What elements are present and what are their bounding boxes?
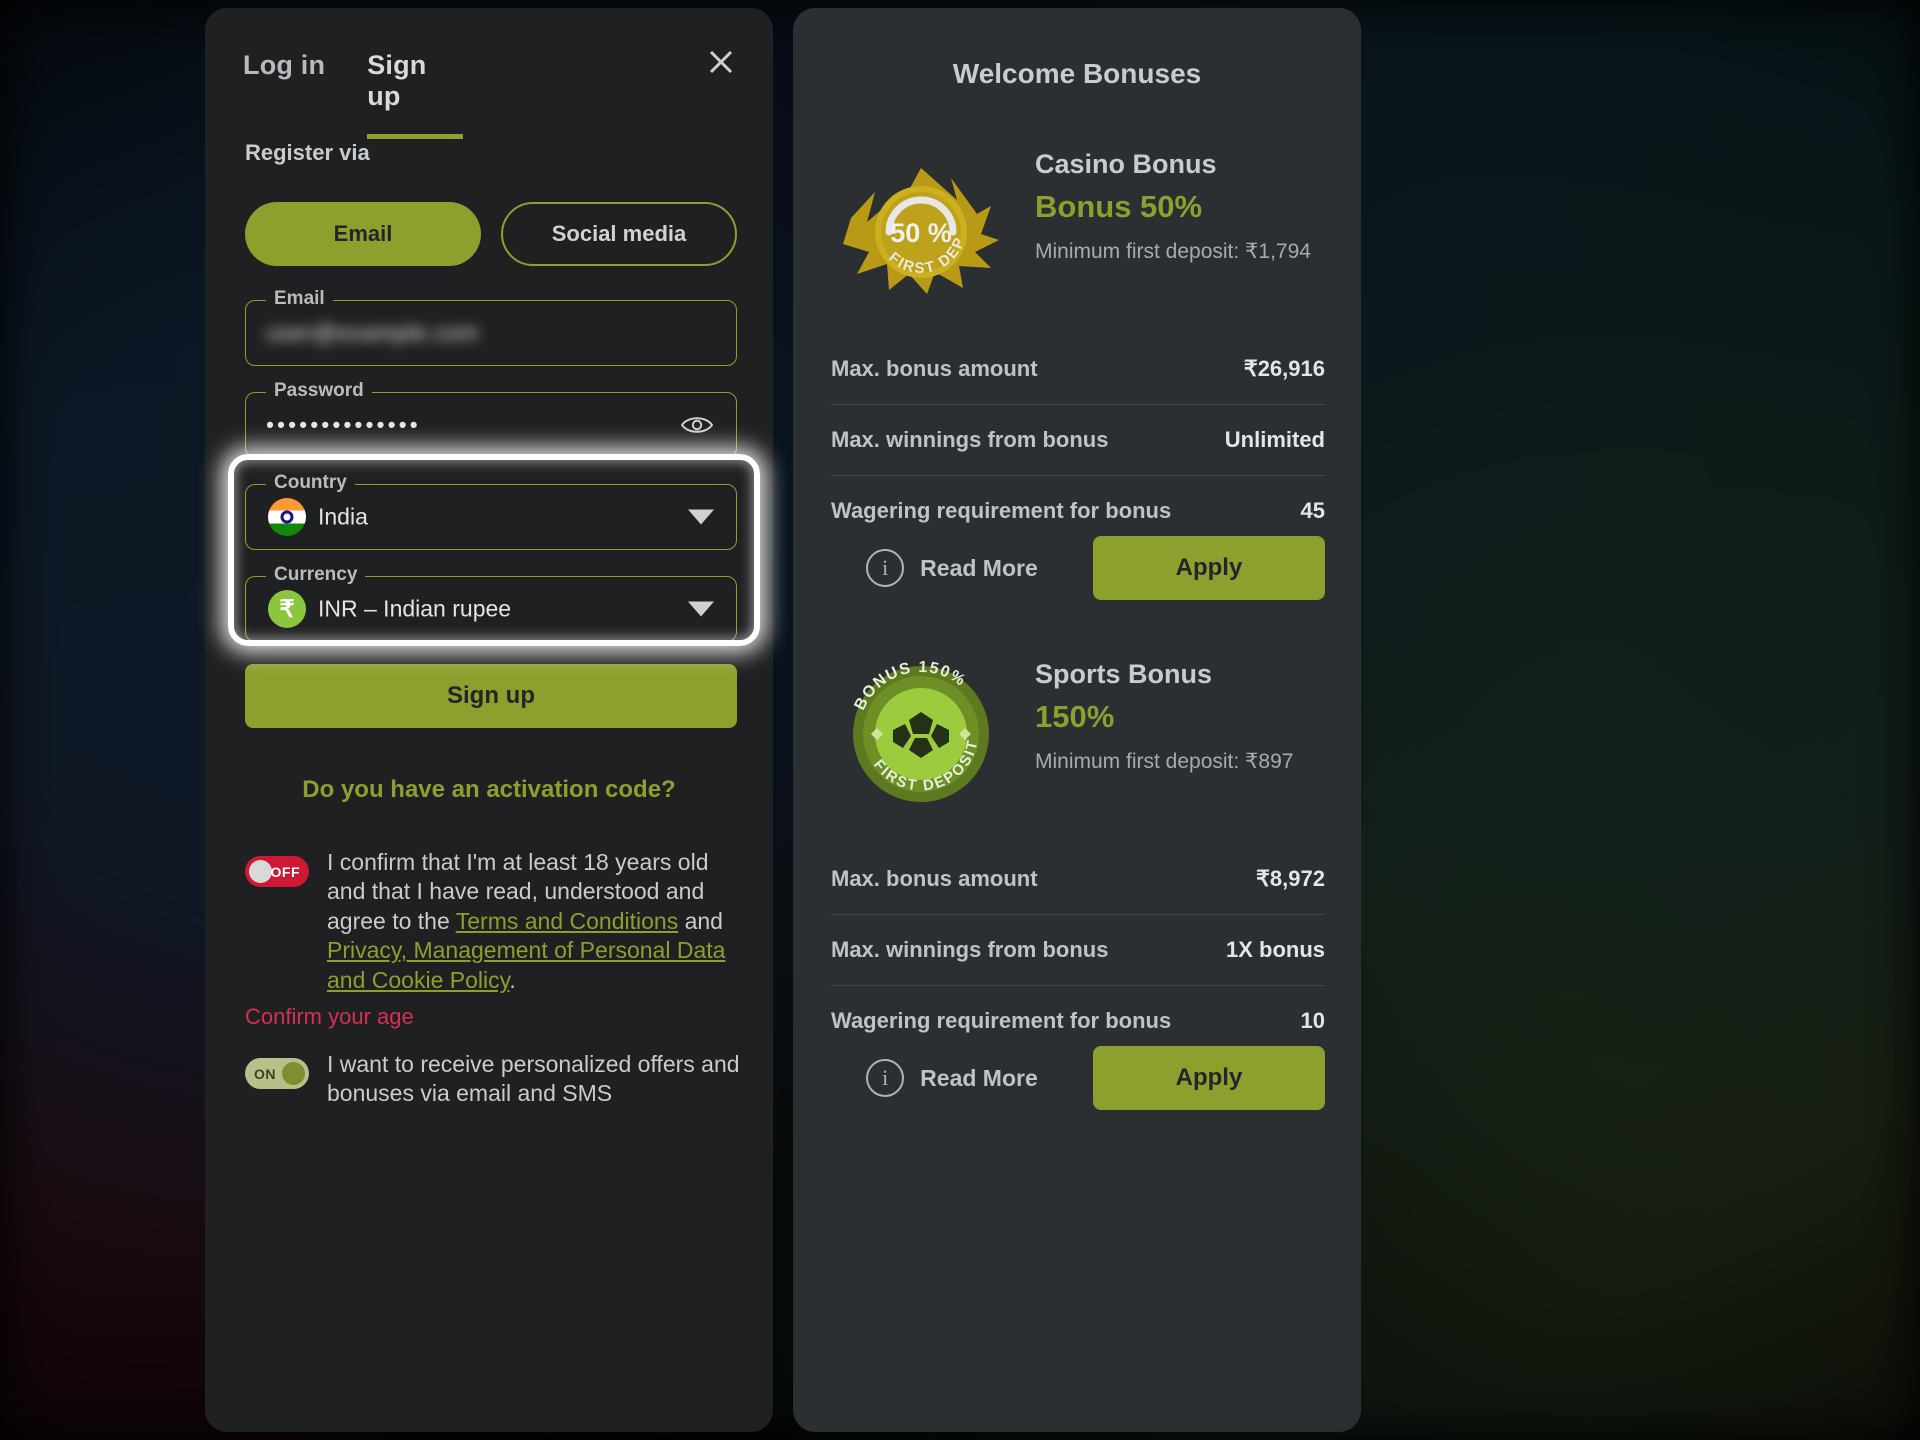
register-method-social-button[interactable]: Social media (501, 202, 737, 266)
casino-read-more-button[interactable]: i Read More (831, 549, 1073, 587)
age-consent-toggle[interactable]: OFF (245, 856, 309, 887)
auth-tabs: Log in Sign up (243, 50, 464, 139)
table-row: Max. bonus amount ₹8,972 (831, 844, 1325, 915)
password-field[interactable]: Password •••••••••••••• (245, 380, 737, 458)
terms-and-conditions-link[interactable]: Terms and Conditions (456, 908, 678, 934)
casino-bonus-stats: Max. bonus amount ₹26,916 Max. winnings … (831, 334, 1325, 546)
register-method-email-button[interactable]: Email (245, 202, 481, 266)
tab-login[interactable]: Log in (243, 50, 325, 91)
offers-consent-toggle-label: ON (254, 1065, 276, 1082)
casino-bonus-actions: i Read More Apply (831, 536, 1325, 600)
table-row: Max. winnings from bonus 1X bonus (831, 915, 1325, 986)
stat-value: ₹8,972 (1255, 866, 1325, 891)
sports-bonus-min-deposit: Minimum first deposit: ₹897 (1035, 749, 1294, 773)
stat-label: Wagering requirement for bonus (831, 498, 1172, 523)
sports-read-more-label: Read More (920, 1064, 1038, 1091)
table-row: Max. bonus amount ₹26,916 (831, 334, 1325, 405)
india-flag-icon (268, 498, 306, 536)
age-consent-text-after: . (509, 966, 516, 993)
currency-select[interactable]: Currency ₹ INR – Indian rupee (245, 564, 737, 642)
casino-bonus-min-deposit: Minimum first deposit: ₹1,794 (1035, 239, 1311, 263)
signup-submit-button[interactable]: Sign up (245, 664, 737, 728)
stat-value: 10 (1300, 1008, 1325, 1033)
stat-label: Max. bonus amount (831, 356, 1038, 381)
country-select-legend: Country (266, 472, 355, 494)
register-via-label: Register via (245, 140, 370, 165)
chevron-down-icon[interactable] (688, 509, 714, 525)
stat-value: 45 (1300, 498, 1325, 523)
privacy-policy-link[interactable]: Privacy, Management of Personal Data and… (327, 937, 725, 992)
casino-read-more-label: Read More (920, 554, 1038, 581)
sports-read-more-button[interactable]: i Read More (831, 1059, 1073, 1097)
info-icon: i (866, 1059, 905, 1097)
activation-code-link[interactable]: Do you have an activation code? (205, 776, 773, 804)
age-consent-toggle-label: OFF (270, 863, 300, 880)
tab-signup[interactable]: Sign up (367, 50, 464, 139)
stat-label: Max. bonus amount (831, 866, 1038, 891)
auth-modal: Log in Sign up Register via Email Social… (205, 8, 773, 1432)
offers-consent-row: ON I want to receive personalized offers… (245, 1050, 745, 1109)
casino-bonus-name: Casino Bonus (1035, 149, 1217, 179)
sports-bonus-actions: i Read More Apply (831, 1046, 1325, 1110)
password-field-value: •••••••••••••• (266, 411, 421, 438)
country-select[interactable]: Country India (245, 472, 737, 550)
stat-label: Max. winnings from bonus (831, 937, 1109, 962)
stat-label: Max. winnings from bonus (831, 427, 1109, 452)
register-method-group: Email Social media (245, 202, 737, 266)
offers-consent-toggle[interactable]: ON (245, 1058, 309, 1089)
email-field-value: user@example.com (266, 319, 479, 346)
currency-select-value: INR – Indian rupee (318, 595, 512, 622)
chevron-down-icon[interactable] (688, 601, 714, 617)
close-icon[interactable] (699, 40, 743, 84)
offers-consent-text: I want to receive personalized offers an… (327, 1051, 740, 1107)
sports-bonus-headline: 150% (1035, 698, 1115, 734)
age-consent-text-mid: and (678, 907, 723, 934)
table-row: Max. winnings from bonus Unlimited (831, 405, 1325, 476)
casino-bonus-medal-icon: 50 % FIRST DEPOSIT (824, 135, 1011, 298)
sports-bonus-header: BONUS 150% FIRST DEPOSIT Sports Bonus 15… (831, 658, 1293, 808)
info-icon: i (866, 549, 905, 587)
sports-apply-button[interactable]: Apply (1092, 1046, 1325, 1110)
stat-label: Wagering requirement for bonus (831, 1008, 1172, 1033)
currency-select-legend: Currency (266, 564, 366, 586)
password-field-legend: Password (266, 380, 372, 402)
casino-badge-percent: 50 % (890, 218, 952, 248)
email-field[interactable]: Email user@example.com (245, 288, 737, 366)
age-consent-row: OFF I confirm that I'm at least 18 years… (245, 848, 745, 995)
sports-bonus-name: Sports Bonus (1035, 659, 1213, 689)
welcome-bonuses-panel: Welcome Bonuses 50 % FIRST DEPOSIT Casin… (793, 8, 1361, 1432)
sports-bonus-stats: Max. bonus amount ₹8,972 Max. winnings f… (831, 844, 1325, 1056)
eye-icon[interactable] (680, 413, 714, 437)
age-consent-text: I confirm that I'm at least 18 years old… (327, 848, 745, 995)
stat-value: Unlimited (1224, 427, 1325, 452)
casino-bonus-header: 50 % FIRST DEPOSIT Casino Bonus Bonus 50… (824, 135, 1311, 298)
stat-value: 1X bonus (1225, 937, 1325, 962)
country-select-value: India (318, 503, 368, 530)
welcome-bonuses-title: Welcome Bonuses (952, 58, 1202, 89)
rupee-icon: ₹ (268, 590, 306, 628)
casino-apply-button[interactable]: Apply (1092, 536, 1325, 600)
email-field-legend: Email (266, 288, 333, 310)
sports-bonus-medal-icon: BONUS 150% FIRST DEPOSIT (831, 658, 1011, 808)
casino-bonus-headline: Bonus 50% (1035, 188, 1203, 224)
stat-value: ₹26,916 (1243, 356, 1325, 381)
age-error-message: Confirm your age (245, 1004, 414, 1029)
